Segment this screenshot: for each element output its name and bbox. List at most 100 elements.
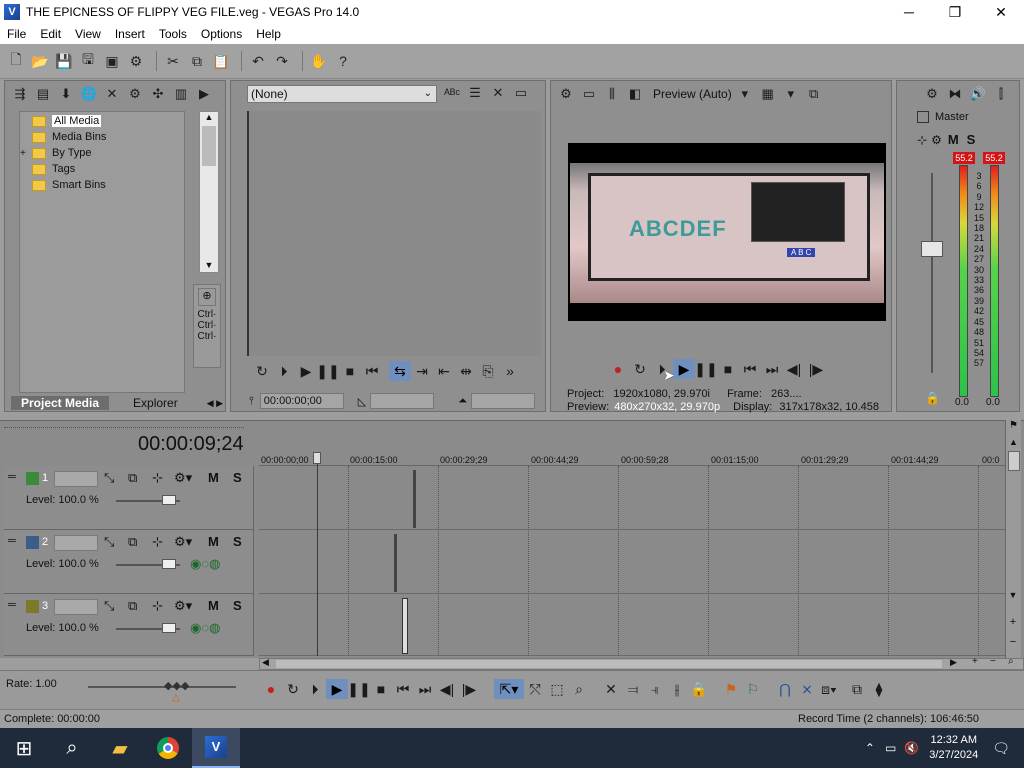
normal-edit-tool-icon[interactable]: ⇱▾ — [494, 679, 524, 699]
network-icon[interactable]: ▭ — [885, 741, 896, 755]
track-mute-button[interactable]: M — [208, 470, 219, 485]
zoom-tool-icon[interactable]: ⊕ — [198, 288, 216, 306]
next-frame-icon[interactable]: |▶ — [805, 359, 827, 379]
track-name-field[interactable] — [54, 535, 98, 551]
track-fx-icon[interactable]: ⊹ — [152, 470, 163, 486]
bus-gear-icon[interactable]: ⚙ — [931, 133, 942, 147]
trim-start-icon[interactable]: ⫤ — [622, 679, 644, 699]
volume-muted-icon[interactable]: 🔇 — [904, 741, 919, 755]
scroll-up-icon[interactable]: ▲ — [1006, 437, 1021, 447]
windows-start-icon[interactable]: ⊞ — [0, 728, 48, 768]
overlays-grid-icon[interactable]: ▦ — [759, 85, 777, 103]
track-fx-icon[interactable]: ⊹ — [152, 534, 163, 550]
track-motion-icon[interactable]: ⤡ — [104, 598, 114, 614]
zoom-out-icon[interactable]: − — [990, 656, 996, 667]
tree-item-media-bins[interactable]: Media Bins — [20, 129, 184, 145]
close-button[interactable]: ✕ — [978, 0, 1024, 24]
track-header-1[interactable]: ═ 1 ⤡ ⧉ ⊹ ⚙▾ M S Level: 100.0 % — [4, 466, 254, 530]
track-solo-button[interactable]: S — [233, 534, 242, 549]
expand-icon[interactable]: ▶ — [195, 85, 213, 103]
track-mute-button[interactable]: M — [208, 534, 219, 549]
play-from-start-icon[interactable]: ⏵ — [273, 361, 295, 381]
scroll-thumb[interactable] — [276, 660, 942, 668]
window-icon[interactable]: ▭ — [512, 84, 530, 102]
track-gear-icon[interactable]: ⚙▾ — [174, 470, 192, 486]
lock-icon[interactable]: 🔒 — [688, 679, 710, 699]
search-icon[interactable]: ⌕ — [48, 728, 96, 768]
pause-icon[interactable]: ❚❚ — [694, 359, 717, 379]
split-screen-icon[interactable]: ⫼ — [603, 85, 621, 103]
track-name-field[interactable] — [54, 599, 98, 615]
scroll-down-icon[interactable]: ▼ — [200, 260, 218, 270]
composite-mode-icon[interactable]: ◉◌◍ — [190, 556, 220, 572]
trimmer-timecode[interactable]: 00:00:00;00 — [259, 393, 344, 409]
zoom-search-icon[interactable]: ⌕ — [1008, 656, 1014, 667]
insert-icon[interactable]: ⇹ — [455, 361, 477, 381]
track-motion-icon[interactable]: ⤡ — [104, 534, 114, 550]
chevron-up-icon[interactable]: ⌃ — [865, 741, 875, 755]
menu-help[interactable]: Help — [249, 27, 288, 41]
event-clip[interactable] — [413, 470, 416, 528]
tab-scroll-icon[interactable]: ◀ ▶ — [207, 398, 223, 409]
track-solo-button[interactable]: S — [233, 598, 242, 613]
split-view-icon[interactable]: ◧ — [626, 85, 644, 103]
loop-icon[interactable]: ↻ — [282, 679, 304, 699]
notification-icon[interactable]: 🗨 — [992, 740, 1010, 757]
scroll-thumb[interactable] — [1007, 451, 1020, 471]
zoom-tool-icon[interactable]: ⌕ — [568, 679, 590, 699]
go-to-start-icon[interactable]: ⏮ — [392, 679, 414, 699]
go-to-start-icon[interactable]: ⏮ — [361, 361, 383, 381]
track-fx-icon[interactable]: ⊹ — [152, 598, 163, 614]
lock-envelopes-icon[interactable]: ⧉ — [846, 679, 868, 699]
tree-expander[interactable]: + — [20, 148, 32, 159]
rate-slider-thumb[interactable]: ◆◆◆ — [164, 679, 189, 692]
tree-item-all-media[interactable]: All Media — [20, 113, 184, 129]
vegas-taskbar-icon[interactable]: V — [192, 728, 240, 768]
downmix-icon[interactable]: ⧓ — [946, 85, 964, 103]
clock[interactable]: 12:32 AM 3/27/2024 — [929, 733, 978, 763]
render-as-icon[interactable]: ▣ — [102, 51, 122, 71]
record-icon[interactable]: ● — [607, 359, 629, 379]
marker-icon[interactable]: ⎘ — [477, 361, 499, 381]
trimmer-media-select[interactable]: (None) ⌄ — [247, 85, 437, 103]
trim-mode-icon[interactable]: ⇆ — [389, 361, 411, 381]
spellcheck-icon[interactable]: ᴬᴮᶜ — [443, 84, 461, 102]
auto-crossfade-icon[interactable]: ⨯ — [796, 679, 818, 699]
track-gear-icon[interactable]: ⚙▾ — [174, 534, 192, 550]
speaker-icon[interactable]: 🔊 — [969, 85, 987, 103]
more-icon[interactable]: » — [499, 361, 521, 381]
ripple-edit-icon[interactable]: ⧈▾ — [818, 679, 840, 699]
scroll-up-icon[interactable]: ▲ — [200, 112, 218, 122]
insert-marker-icon[interactable]: ⚑ — [720, 679, 742, 699]
master-solo-button[interactable]: S — [967, 132, 976, 147]
next-frame-icon[interactable]: |▶ — [458, 679, 480, 699]
track-lane-2[interactable] — [259, 530, 1005, 594]
track-mute-button[interactable]: M — [208, 598, 219, 613]
playhead-handle[interactable] — [313, 452, 321, 464]
lock-icon[interactable]: 🔒 — [925, 391, 940, 405]
collapse-icon[interactable]: ═ — [8, 535, 16, 547]
scroll-right-icon[interactable]: ▶ — [950, 657, 957, 668]
compositing-icon[interactable]: ⧉ — [128, 470, 137, 486]
master-mute-button[interactable]: M — [948, 132, 959, 147]
trimmer-canvas[interactable] — [247, 111, 541, 356]
track-lane-3[interactable] — [259, 594, 1005, 656]
save-as-icon[interactable]: 🖫 — [78, 51, 98, 71]
record-icon[interactable]: ● — [260, 679, 282, 699]
playhead[interactable] — [317, 452, 318, 656]
marker-flag-icon[interactable]: ⚑ — [1006, 420, 1021, 431]
snapping-magnet-icon[interactable]: ⋂ — [774, 679, 796, 699]
open-icon[interactable]: 📂 — [30, 51, 50, 71]
menu-file[interactable]: File — [0, 27, 33, 41]
scroll-down-icon[interactable]: ▼ — [1006, 590, 1020, 600]
track-motion-icon[interactable]: ⤡ — [104, 470, 114, 486]
preview-screen[interactable]: ABCDEF A B C — [568, 143, 886, 321]
event-clip[interactable] — [394, 534, 397, 592]
timeline-horizontal-scrollbar[interactable]: ◀ ▶ + − ⌕ — [259, 656, 1024, 670]
zoom-in-icon[interactable]: + — [1006, 616, 1020, 628]
undo-icon[interactable]: ↶ — [248, 51, 268, 71]
menu-view[interactable]: View — [68, 27, 108, 41]
views-icon[interactable]: ▥ — [172, 85, 190, 103]
chevron-down-icon[interactable]: ▾ — [782, 85, 800, 103]
menu-options[interactable]: Options — [194, 27, 249, 41]
